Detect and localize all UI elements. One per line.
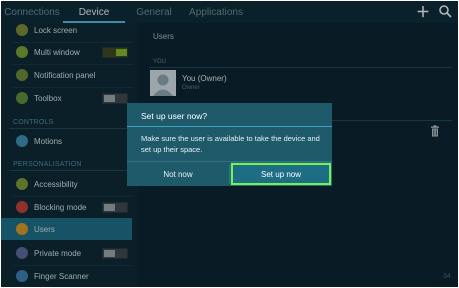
not-now-button[interactable]: Not now (127, 162, 229, 186)
set-up-now-button[interactable]: Set up now (230, 162, 332, 186)
setup-user-dialog: Set up user now? Make sure the user is a… (127, 103, 332, 186)
page-indicator: 34 (443, 273, 451, 280)
dialog-message: Make sure the user is available to take … (141, 134, 320, 154)
dialog-title: Set up user now? (141, 111, 208, 121)
dialog-divider (127, 126, 332, 127)
settings-screen: Connections Device General Applications … (1, 1, 458, 287)
